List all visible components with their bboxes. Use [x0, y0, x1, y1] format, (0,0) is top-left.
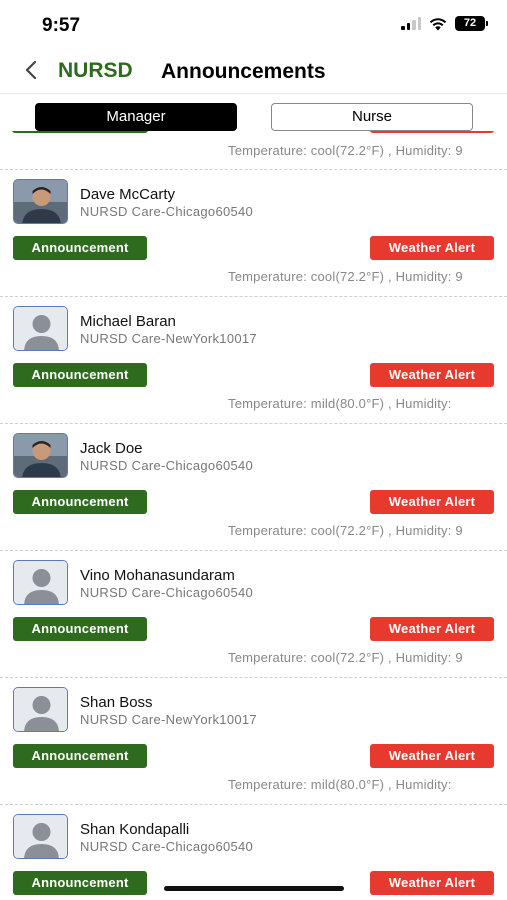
announcement-button[interactable]: Announcement: [13, 490, 147, 514]
user-placeholder-icon: [14, 561, 67, 604]
weather-alert-button[interactable]: Weather Alert: [370, 363, 494, 387]
cellular-signal-icon: [401, 17, 421, 30]
brand-logo: NURSD: [58, 59, 133, 82]
user-name: Jack Doe: [80, 440, 143, 457]
avatar: [13, 687, 68, 732]
user-name: Dave McCarty: [80, 186, 176, 203]
tab-nurse[interactable]: Nurse: [271, 103, 473, 131]
tab-manager[interactable]: Manager: [35, 103, 237, 131]
avatar: [13, 560, 68, 605]
user-location: NURSD Care-NewYork10017: [80, 712, 257, 727]
list-item[interactable]: Michael Baran NURSD Care-NewYork10017 Anno…: [0, 297, 507, 424]
weather-alert-button[interactable]: Weather Alert: [370, 871, 494, 895]
list-item[interactable]: Jack Doe NURSD Care-Chicago60540 Announcem…: [0, 424, 507, 551]
announcement-button[interactable]: Announcement: [13, 363, 147, 387]
page-title: Announcements: [161, 60, 326, 83]
temperature-text: Temperature: mild(80.0°F) , Humidity:: [228, 777, 452, 792]
list-item: Temperature: cool(72.2°F) , Humidity: 9: [0, 131, 507, 170]
avatar: [13, 306, 68, 351]
announcement-button[interactable]: Announcement: [13, 744, 147, 768]
list-item[interactable]: Shan Boss NURSD Care-NewYork10017 Announce…: [0, 678, 507, 805]
back-button[interactable]: [24, 56, 38, 86]
temperature-text: Temperature: cool(72.2°F) , Humidity: 9: [228, 650, 463, 665]
user-photo: [14, 180, 67, 223]
announcement-button-partial[interactable]: [12, 131, 148, 133]
header: NURSD Announcements: [0, 50, 507, 94]
user-photo: [14, 434, 67, 477]
user-location: NURSD Care-Chicago60540: [80, 458, 254, 473]
avatar: [13, 433, 68, 478]
announcement-button[interactable]: Announcement: [13, 236, 147, 260]
segmented-control: Manager Nurse: [0, 103, 507, 131]
battery-icon: 72: [455, 16, 488, 31]
user-placeholder-icon: [14, 688, 67, 731]
status-time: 9:57: [42, 15, 81, 36]
temperature-text: Temperature: mild(80.0°F) , Humidity:: [228, 396, 452, 411]
status-bar: 9:57 72: [0, 0, 507, 50]
announcement-button[interactable]: Announcement: [13, 617, 147, 641]
avatar: [13, 179, 68, 224]
weather-alert-button[interactable]: Weather Alert: [370, 236, 494, 260]
list-item[interactable]: Vino Mohanasundaram NURSD Care-Chicago605…: [0, 551, 507, 678]
status-icons: 72: [401, 16, 488, 31]
chevron-left-icon: [25, 60, 37, 80]
announcement-button[interactable]: Announcement: [13, 871, 147, 895]
temperature-text: Temperature: cool(72.2°F) , Humidity: 9: [228, 523, 463, 538]
home-indicator: [164, 886, 344, 891]
user-name: Michael Baran: [80, 313, 176, 330]
user-name: Shan Boss: [80, 694, 153, 711]
user-location: NURSD Care-Chicago60540: [80, 839, 254, 854]
user-location: NURSD Care-Chicago60540: [80, 204, 254, 219]
announcement-list[interactable]: Temperature: cool(72.2°F) , Humidity: 9 …: [0, 131, 507, 900]
avatar: [13, 814, 68, 859]
weather-alert-button-partial[interactable]: [370, 131, 494, 133]
user-location: NURSD Care-NewYork10017: [80, 331, 257, 346]
weather-alert-button[interactable]: Weather Alert: [370, 490, 494, 514]
weather-alert-button[interactable]: Weather Alert: [370, 744, 494, 768]
temperature-text: Temperature: cool(72.2°F) , Humidity: 9: [228, 143, 463, 158]
user-location: NURSD Care-Chicago60540: [80, 585, 254, 600]
wifi-icon: [429, 17, 447, 30]
temperature-text: Temperature: cool(72.2°F) , Humidity: 9: [228, 269, 463, 284]
user-placeholder-icon: [14, 307, 67, 350]
list-item[interactable]: Dave McCarty NURSD Care-Chicago60540 Annou…: [0, 170, 507, 297]
weather-alert-button[interactable]: Weather Alert: [370, 617, 494, 641]
user-name: Shan Kondapalli: [80, 821, 190, 838]
user-name: Vino Mohanasundaram: [80, 567, 235, 584]
user-placeholder-icon: [14, 815, 67, 858]
